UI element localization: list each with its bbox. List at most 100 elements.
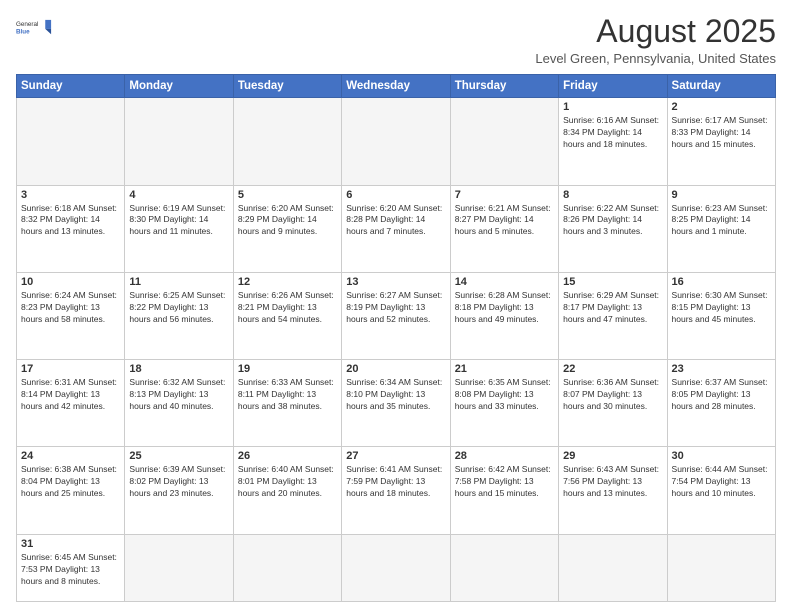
table-row: 1Sunrise: 6:16 AM Sunset: 8:34 PM Daylig… (559, 98, 667, 185)
col-saturday: Saturday (667, 75, 775, 98)
day-number: 24 (21, 450, 120, 462)
day-number: 30 (672, 450, 771, 462)
logo: GeneralBlue (16, 14, 52, 42)
table-row: 15 Sunrise: 6:29 AM Sunset: 8:17 PM Dayli… (559, 272, 667, 359)
table-row (233, 98, 341, 185)
table-row: 14 Sunrise: 6:28 AM Sunset: 8:18 PM Dayli… (450, 272, 558, 359)
day-number: 16 (672, 276, 771, 288)
day-info: Sunrise: 6:33 AM Sunset: 8:11 PM Dayligh… (238, 377, 337, 413)
day-number: 5 (238, 189, 337, 201)
day-number: 9 (672, 189, 771, 201)
table-row: 4 Sunrise: 6:19 AM Sunset: 8:30 PM Daylig… (125, 185, 233, 272)
table-row: 10 Sunrise: 6:24 AM Sunset: 8:23 PM Dayli… (17, 272, 125, 359)
table-row: 9 Sunrise: 6:23 AM Sunset: 8:25 PM Daylig… (667, 185, 775, 272)
day-number: 19 (238, 363, 337, 375)
generalblue-logo-icon: GeneralBlue (16, 14, 52, 42)
table-row (125, 534, 233, 601)
day-number: 4 (129, 189, 228, 201)
day-info: Sunrise: 6:32 AM Sunset: 8:13 PM Dayligh… (129, 377, 228, 413)
day-number: 28 (455, 450, 554, 462)
day-info: Sunrise: 6:17 AM Sunset: 8:33 PM Dayligh… (672, 115, 771, 151)
day-info: Sunrise: 6:40 AM Sunset: 8:01 PM Dayligh… (238, 464, 337, 500)
day-number: 26 (238, 450, 337, 462)
table-row: 6 Sunrise: 6:20 AM Sunset: 8:28 PM Daylig… (342, 185, 450, 272)
table-row (450, 534, 558, 601)
day-info: Sunrise: 6:21 AM Sunset: 8:27 PM Dayligh… (455, 203, 554, 239)
table-row: 29Sunrise: 6:43 AM Sunset: 7:56 PM Dayli… (559, 447, 667, 534)
day-info: Sunrise: 6:37 AM Sunset: 8:05 PM Dayligh… (672, 377, 771, 413)
table-row (125, 98, 233, 185)
day-number: 22 (563, 363, 662, 375)
table-row: 19 Sunrise: 6:33 AM Sunset: 8:11 PM Dayli… (233, 360, 341, 447)
day-number: 25 (129, 450, 228, 462)
day-number: 6 (346, 189, 445, 201)
table-row: 26 Sunrise: 6:40 AM Sunset: 8:01 PM Dayli… (233, 447, 341, 534)
table-row: 21 Sunrise: 6:35 AM Sunset: 8:08 PM Dayli… (450, 360, 558, 447)
table-row: 22 Sunrise: 6:36 AM Sunset: 8:07 PM Dayli… (559, 360, 667, 447)
day-number: 18 (129, 363, 228, 375)
day-info: Sunrise: 6:29 AM Sunset: 8:17 PM Dayligh… (563, 290, 662, 326)
col-sunday: Sunday (17, 75, 125, 98)
day-info: Sunrise: 6:26 AM Sunset: 8:21 PM Dayligh… (238, 290, 337, 326)
table-row (667, 534, 775, 601)
day-number: 8 (563, 189, 662, 201)
table-row: 18 Sunrise: 6:32 AM Sunset: 8:13 PM Dayli… (125, 360, 233, 447)
day-number: 15 (563, 276, 662, 288)
day-info: Sunrise: 6:39 AM Sunset: 8:02 PM Dayligh… (129, 464, 228, 500)
table-row: 13 Sunrise: 6:27 AM Sunset: 8:19 PM Dayli… (342, 272, 450, 359)
table-row (559, 534, 667, 601)
day-info: Sunrise: 6:31 AM Sunset: 8:14 PM Dayligh… (21, 377, 120, 413)
day-info: Sunrise: 6:43 AM Sunset: 7:56 PM Dayligh… (563, 464, 662, 500)
day-info: Sunrise: 6:27 AM Sunset: 8:19 PM Dayligh… (346, 290, 445, 326)
table-row (233, 534, 341, 601)
col-tuesday: Tuesday (233, 75, 341, 98)
table-row: 5Sunrise: 6:20 AM Sunset: 8:29 PM Daylig… (233, 185, 341, 272)
day-number: 11 (129, 276, 228, 288)
day-info: Sunrise: 6:38 AM Sunset: 8:04 PM Dayligh… (21, 464, 120, 500)
day-number: 23 (672, 363, 771, 375)
table-row: 12 Sunrise: 6:26 AM Sunset: 8:21 PM Dayli… (233, 272, 341, 359)
day-number: 7 (455, 189, 554, 201)
title-block: August 2025 Level Green, Pennsylvania, U… (535, 14, 776, 66)
location: Level Green, Pennsylvania, United States (535, 51, 776, 66)
day-number: 1 (563, 101, 662, 113)
svg-text:General: General (16, 21, 38, 28)
day-number: 14 (455, 276, 554, 288)
day-info: Sunrise: 6:28 AM Sunset: 8:18 PM Dayligh… (455, 290, 554, 326)
table-row: 23 Sunrise: 6:37 AM Sunset: 8:05 PM Dayli… (667, 360, 775, 447)
table-row: 7 Sunrise: 6:21 AM Sunset: 8:27 PM Daylig… (450, 185, 558, 272)
svg-text:Blue: Blue (16, 28, 30, 35)
day-number: 21 (455, 363, 554, 375)
day-info: Sunrise: 6:24 AM Sunset: 8:23 PM Dayligh… (21, 290, 120, 326)
day-info: Sunrise: 6:30 AM Sunset: 8:15 PM Dayligh… (672, 290, 771, 326)
table-row: 3Sunrise: 6:18 AM Sunset: 8:32 PM Daylig… (17, 185, 125, 272)
day-number: 10 (21, 276, 120, 288)
day-number: 13 (346, 276, 445, 288)
calendar-table: Sunday Monday Tuesday Wednesday Thursday… (16, 74, 776, 602)
table-row: 8 Sunrise: 6:22 AM Sunset: 8:26 PM Daylig… (559, 185, 667, 272)
table-row: 27 Sunrise: 6:41 AM Sunset: 7:59 PM Dayli… (342, 447, 450, 534)
table-row: 25 Sunrise: 6:39 AM Sunset: 8:02 PM Dayli… (125, 447, 233, 534)
table-row: 28 Sunrise: 6:42 AM Sunset: 7:58 PM Dayli… (450, 447, 558, 534)
day-number: 12 (238, 276, 337, 288)
table-row (342, 534, 450, 601)
day-info: Sunrise: 6:23 AM Sunset: 8:25 PM Dayligh… (672, 203, 771, 239)
day-info: Sunrise: 6:35 AM Sunset: 8:08 PM Dayligh… (455, 377, 554, 413)
day-info: Sunrise: 6:22 AM Sunset: 8:26 PM Dayligh… (563, 203, 662, 239)
table-row (17, 98, 125, 185)
day-info: Sunrise: 6:36 AM Sunset: 8:07 PM Dayligh… (563, 377, 662, 413)
day-info: Sunrise: 6:44 AM Sunset: 7:54 PM Dayligh… (672, 464, 771, 500)
day-info: Sunrise: 6:42 AM Sunset: 7:58 PM Dayligh… (455, 464, 554, 500)
day-info: Sunrise: 6:41 AM Sunset: 7:59 PM Dayligh… (346, 464, 445, 500)
day-info: Sunrise: 6:25 AM Sunset: 8:22 PM Dayligh… (129, 290, 228, 326)
header: GeneralBlue August 2025 Level Green, Pen… (16, 14, 776, 66)
day-number: 20 (346, 363, 445, 375)
table-row: 31Sunrise: 6:45 AM Sunset: 7:53 PM Dayli… (17, 534, 125, 601)
day-number: 27 (346, 450, 445, 462)
day-info: Sunrise: 6:45 AM Sunset: 7:53 PM Dayligh… (21, 552, 120, 588)
table-row: 16 Sunrise: 6:30 AM Sunset: 8:15 PM Dayli… (667, 272, 775, 359)
day-info: Sunrise: 6:20 AM Sunset: 8:28 PM Dayligh… (346, 203, 445, 239)
day-number: 3 (21, 189, 120, 201)
day-info: Sunrise: 6:19 AM Sunset: 8:30 PM Dayligh… (129, 203, 228, 239)
day-number: 2 (672, 101, 771, 113)
